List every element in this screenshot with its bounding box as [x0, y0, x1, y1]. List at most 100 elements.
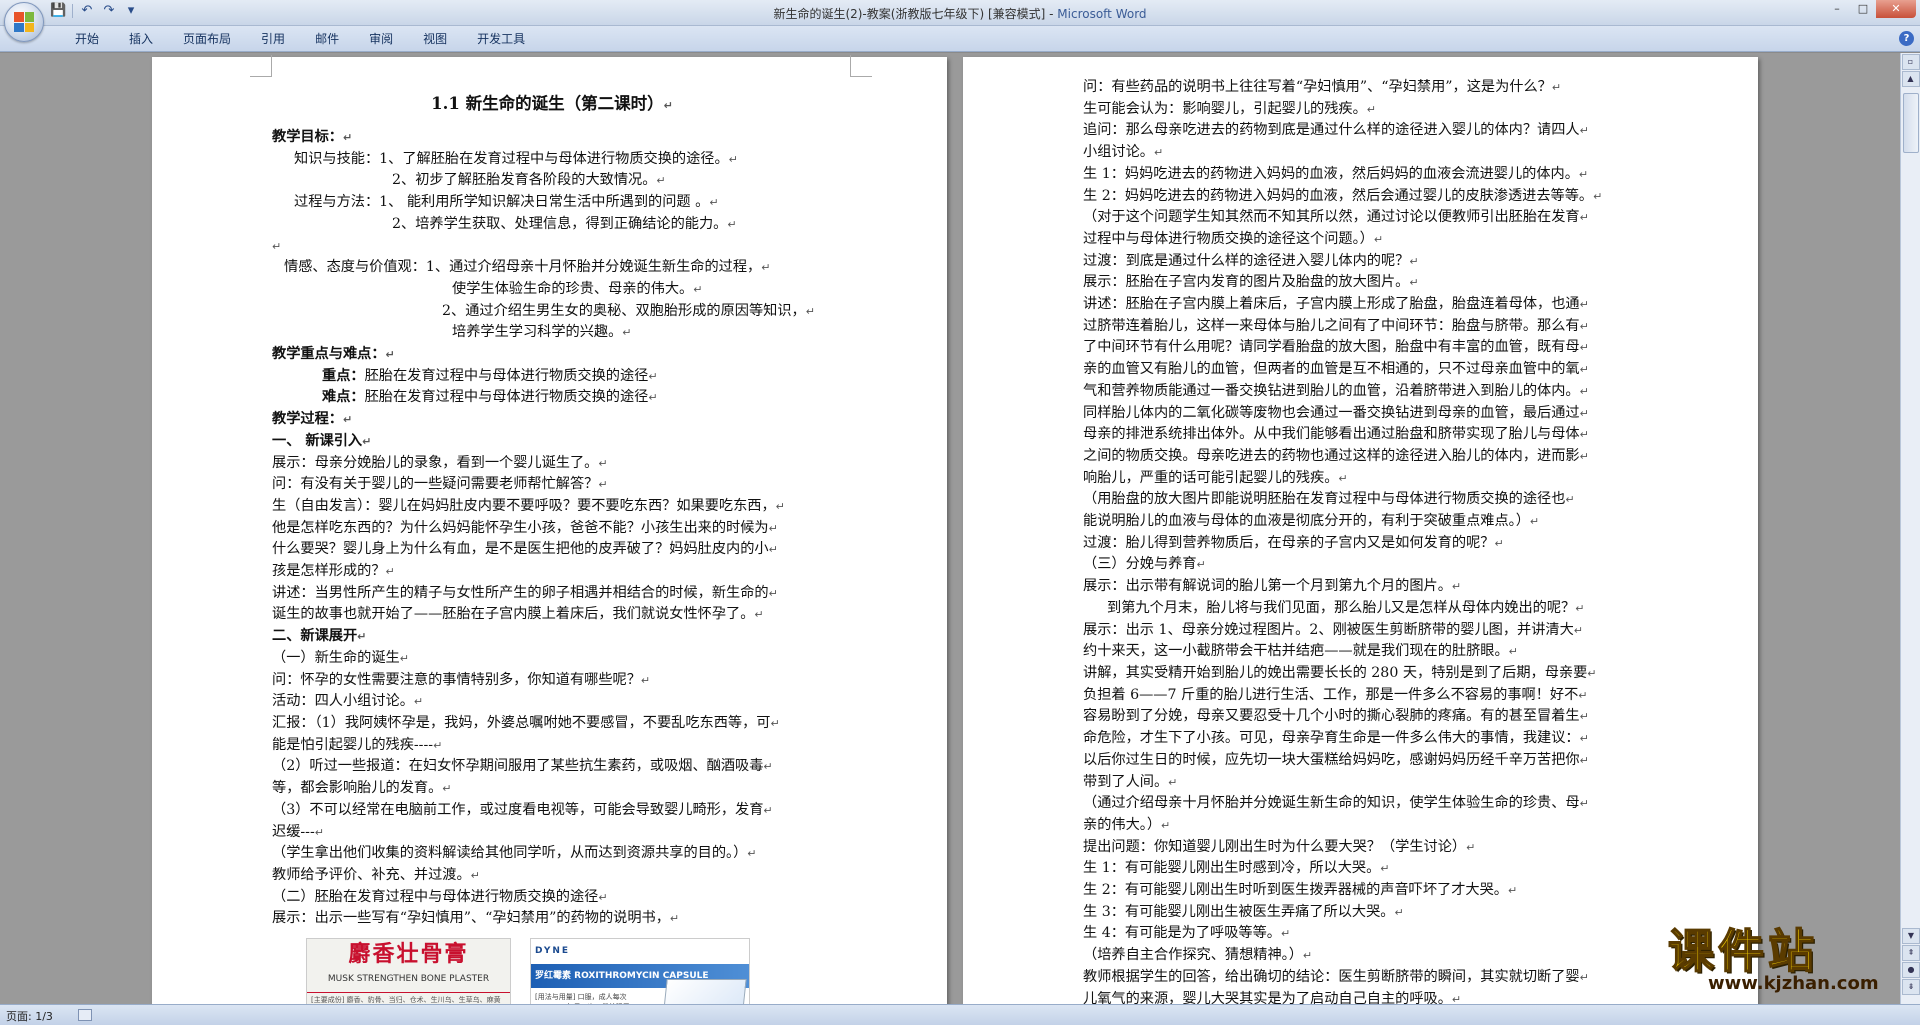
paragraph-line: 过程中与母体进行物质交换的途径这个问题。）↵ — [1083, 229, 1643, 251]
paragraph-mark: ↵ — [768, 586, 778, 600]
paragraph-line: （用胎盘的放大图片即能说明胚胎在发育过程中与母体进行物质交换的途径也↵ — [1083, 489, 1643, 511]
paragraph-mark: ↵ — [727, 217, 737, 231]
paragraph-text: 问：有没有关于婴儿的一些疑问需要老师帮忙解答？ — [272, 476, 599, 493]
window-title: 新生命的诞生(2)-教案(浙教版七年级下) [兼容模式] - Microsoft… — [0, 5, 1920, 22]
document-title: 新生命的诞生(2)-教案(浙教版七年级下) [兼容模式] - — [773, 7, 1058, 21]
paragraph-mark: ↵ — [1579, 363, 1589, 377]
paragraph-text: 响胎儿，严重的话可能引起婴儿的残疾。 — [1083, 469, 1339, 486]
paragraph-line: 问：有没有关于婴儿的一些疑问需要老师帮忙解答？↵ — [272, 474, 832, 496]
paragraph-mark: ↵ — [1579, 970, 1589, 984]
plaster-title: 麝香壮骨膏 — [348, 941, 469, 968]
paragraph-mark: ↵ — [314, 825, 324, 839]
paragraph-mark: ↵ — [598, 478, 608, 492]
office-button[interactable] — [4, 2, 44, 42]
ribbon-tab[interactable]: 邮件 — [300, 30, 354, 48]
document-area[interactable]: 1.1 新生命的诞生（第二课时）↵ 教学目标：↵ 知识与技能：1、了解胚胎在发育过… — [0, 53, 1900, 1004]
paragraph-text: （3）不可以经常在电脑前工作，或过度看电视等，可能会导致婴儿畸形，发育 — [272, 801, 764, 818]
paragraph-mark: ↵ — [1409, 276, 1419, 290]
paragraph-text: 展示：胚胎在子宫内发育的图片及胎盘的放大图片。 — [1083, 274, 1410, 291]
paragraph-mark: ↵ — [1466, 840, 1476, 854]
ribbon-tab[interactable]: 开始 — [60, 30, 114, 48]
ribbon-tab[interactable]: 审阅 — [354, 30, 408, 48]
maximize-button[interactable]: □ — [1850, 0, 1876, 18]
medicine-images: 麝香壮骨膏 MUSK STRENGTHEN BONE PLASTER [主要成份… — [272, 938, 832, 1004]
paragraph-mark: ↵ — [399, 651, 409, 665]
paragraph-line: 容易盼到了分娩，母亲又要忍受十几个小时的撕心裂肺的疼痛。有的甚至冒着生↵ — [1083, 706, 1643, 728]
paragraph-line: 教师给予评价、补充、并过渡。↵ — [272, 865, 832, 887]
vertical-scrollbar[interactable]: ▫ ▲ ▼ ⇞ ● ⇟ — [1900, 53, 1920, 1004]
paragraph-text: 知识与技能：1、了解胚胎在发育过程中与母体进行物质交换的途径。 — [294, 150, 729, 167]
paragraph-mark: ↵ — [357, 630, 367, 644]
paragraph-mark: ↵ — [442, 782, 452, 796]
close-button[interactable]: ✕ — [1876, 0, 1916, 18]
paragraph-mark: ↵ — [1196, 558, 1206, 572]
paragraph-line: 汇报：（1）我阿姨怀孕是，我妈，外婆总嘱咐她不要感冒，不要乱吃东西等，可↵ — [272, 713, 832, 735]
paragraph-mark: ↵ — [1565, 493, 1575, 507]
paragraph-mark: ↵ — [1508, 645, 1518, 659]
scroll-thumb[interactable] — [1903, 93, 1919, 153]
paragraph-text: 培养学生学习科学的兴趣。 — [452, 324, 623, 341]
paragraph-mark: ↵ — [1394, 905, 1404, 919]
ribbon-tab[interactable]: 视图 — [408, 30, 462, 48]
minimize-button[interactable]: – — [1824, 0, 1850, 18]
paragraph-line: 亲的血管又有胎儿的血管，但两者的血管是互不相通的，只不过母亲血管中的氧↵ — [1083, 359, 1643, 381]
page-1-content[interactable]: 1.1 新生命的诞生（第二课时）↵ 教学目标：↵ 知识与技能：1、了解胚胎在发育过… — [272, 85, 832, 1004]
paragraph-mark: ↵ — [1593, 189, 1603, 203]
musk-plaster-image: 麝香壮骨膏 MUSK STRENGTHEN BONE PLASTER [主要成份… — [306, 938, 511, 1004]
paragraph-mark: ↵ — [770, 716, 780, 730]
paragraph-line: 2、初步了解胚胎发育各阶段的大致情况。↵ — [272, 170, 832, 192]
paragraph-mark: ↵ — [1579, 732, 1589, 746]
help-icon[interactable]: ? — [1899, 31, 1914, 46]
paragraph-line: 亲的伟大。）↵ — [1083, 815, 1643, 837]
paragraph-line: 儿氧气的来源，婴儿大哭其实是为了启动自己自主的呼吸。↵ — [1083, 989, 1643, 1004]
paragraph-text: 到第九个月末，胎儿将与我们见面，那么胎儿又是怎样从母体内娩出的呢？ — [1107, 599, 1576, 616]
window-controls: – □ ✕ — [1824, 0, 1916, 18]
ribbon-tab[interactable]: 引用 — [246, 30, 300, 48]
paragraph-mark: ↵ — [1380, 862, 1390, 876]
paragraph-text: 带到了人间。 — [1083, 773, 1169, 790]
paragraph-line: 他是怎样吃东西的？为什么妈妈能怀孕生小孩，爸爸不能？小孩生出来的时候为↵ — [272, 518, 832, 540]
paragraph-line: 教学过程：↵ — [272, 409, 832, 431]
page-2-content[interactable]: 问：有些药品的说明书上往往写着“孕妇慎用”、“孕妇禁用”，这是为什么？↵ 生可能会… — [1083, 77, 1643, 1004]
paragraph-mark: ↵ — [1551, 81, 1562, 94]
paragraph-mark: ↵ — [1507, 884, 1518, 898]
paragraph-line: 孩是怎样形成的？↵ — [272, 561, 832, 583]
paragraph-line: ↵ — [272, 236, 832, 258]
paragraph-mark: ↵ — [693, 282, 703, 296]
paragraph-mark: ↵ — [1366, 102, 1376, 116]
paragraph-mark: ↵ — [1529, 515, 1540, 529]
proofing-status-icon[interactable] — [78, 1009, 92, 1021]
document-page-1[interactable]: 1.1 新生命的诞生（第二课时）↵ 教学目标：↵ 知识与技能：1、了解胚胎在发育过… — [152, 55, 947, 1004]
page-count-status[interactable]: 页面: 1/3 — [6, 1008, 53, 1024]
paragraph-mark: ↵ — [768, 521, 778, 535]
ribbon-tab[interactable]: 页面布局 — [168, 30, 246, 48]
paragraph-line: 生 1：有可能婴儿刚出生时感到冷，所以大哭。↵ — [1083, 858, 1643, 880]
paragraph-mark: ↵ — [747, 847, 757, 861]
paragraph-text: 教学重点与难点： — [272, 346, 386, 363]
paragraph-line: （学生拿出他们收集的资料解读给其他同学听，从而达到资源共享的目的。）↵ — [272, 843, 832, 865]
paragraph-line: 带到了人间。↵ — [1083, 772, 1643, 794]
paragraph-mark: ↵ — [1373, 232, 1384, 246]
page-2-paragraphs: 问：有些药品的说明书上往往写着“孕妇慎用”、“孕妇禁用”，这是为什么？↵ 生可能会… — [1083, 77, 1643, 1004]
ruler-toggle-icon[interactable]: ▫ — [1901, 54, 1920, 70]
office-logo-icon — [14, 12, 34, 32]
paragraph-mark: ↵ — [656, 174, 666, 188]
document-page-2[interactable]: 问：有些药品的说明书上往往写着“孕妇慎用”、“孕妇禁用”，这是为什么？↵ 生可能会… — [963, 57, 1758, 1004]
ribbon-tab[interactable]: 插入 — [114, 30, 168, 48]
paragraph-text: （培养自主合作探究、猜想精神。） — [1083, 947, 1303, 964]
paragraph-text: 问：怀孕的女性需要注意的事情特别多，你知道有哪些呢？ — [272, 671, 641, 688]
paragraph-text: 讲解，其实受精开始到胎儿的娩出需要长长的 280 天，特别是到了后期，母亲要 — [1083, 664, 1588, 681]
ribbon-tab[interactable]: 开发工具 — [462, 30, 540, 48]
paragraph-text: 什么要哭？婴儿身上为什么有血，是不是医生把他的皮弄破了？妈妈肚皮内的小 — [272, 541, 769, 558]
kjzhan-watermark-logo: 课件站 www.kjzhan.com — [1667, 924, 1908, 1005]
paragraph-mark: ↵ — [1579, 124, 1589, 138]
paragraph-line: （一）新生命的诞生↵ — [272, 648, 832, 670]
scroll-up-icon[interactable]: ▲ — [1901, 71, 1920, 87]
paragraph-line: 展示：胚胎在子宫内发育的图片及胎盘的放大图片。↵ — [1083, 272, 1643, 294]
paragraph-line: 过渡：到底是通过什么样的途径进入婴儿体内的呢？↵ — [1083, 251, 1643, 273]
capsule-pack-graphic — [659, 979, 747, 1004]
paragraph-mark: ↵ — [1578, 688, 1588, 702]
document-heading: 1.1 新生命的诞生（第二课时）↵ — [272, 91, 832, 119]
paragraph-text: （学生拿出他们收集的资料解读给其他同学听，从而达到资源共享的目的。） — [272, 845, 748, 862]
paragraph-line: 展示：母亲分娩胎儿的录象，看到一个婴儿诞生了。↵ — [272, 453, 832, 475]
